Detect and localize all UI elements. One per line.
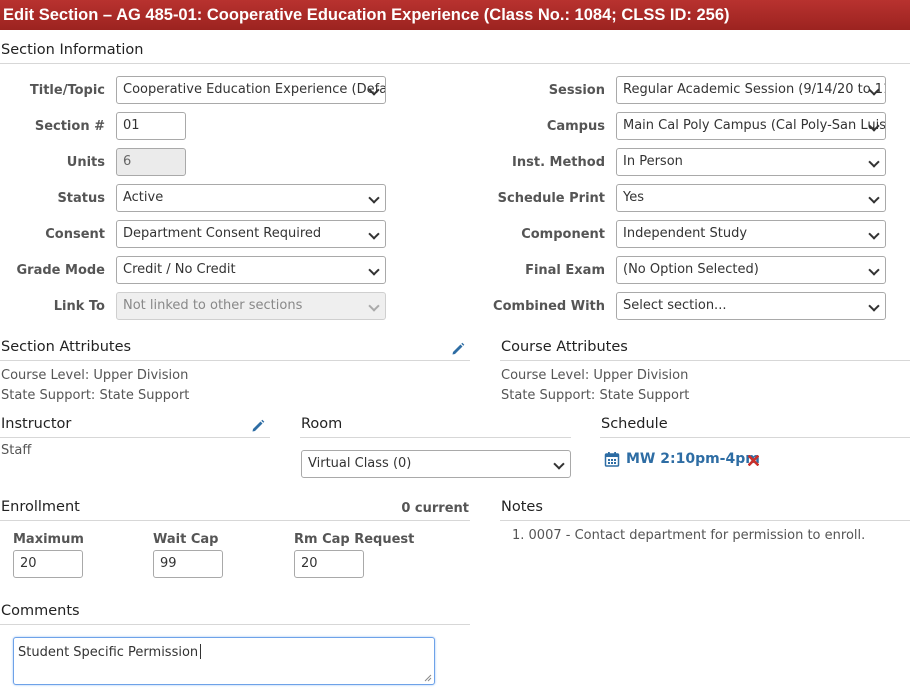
- window-title: Edit Section – AG 485-01: Cooperative Ed…: [0, 0, 910, 30]
- section-number-input[interactable]: 01: [116, 112, 186, 140]
- status-select[interactable]: Active: [116, 184, 386, 212]
- section-number-label: Section #: [34, 119, 105, 134]
- text-caret: [200, 644, 202, 659]
- rm-cap-request-input[interactable]: 20: [294, 550, 364, 578]
- notes-heading: Notes: [501, 499, 543, 515]
- link-to-select: Not linked to other sections: [116, 292, 386, 320]
- combined-with-select[interactable]: Select section...: [616, 292, 886, 320]
- divider: [500, 520, 910, 521]
- session-select[interactable]: Regular Academic Session (9/14/20 to 11/…: [616, 76, 886, 104]
- comments-heading: Comments: [1, 603, 80, 619]
- enrollment-heading: Enrollment: [1, 499, 80, 515]
- maximum-input[interactable]: 20: [13, 550, 83, 578]
- schedule-print-label: Schedule Print: [497, 191, 605, 206]
- calendar-icon: [604, 452, 620, 467]
- status-label: Status: [57, 191, 105, 206]
- component-select[interactable]: Independent Study: [616, 220, 886, 248]
- maximum-label: Maximum: [13, 532, 84, 547]
- instructor-heading: Instructor: [1, 416, 72, 432]
- pencil-icon[interactable]: [251, 419, 265, 433]
- link-to-label: Link To: [53, 299, 105, 314]
- resize-handle-icon[interactable]: [424, 674, 432, 682]
- remove-x-icon[interactable]: [748, 455, 759, 466]
- pencil-icon[interactable]: [451, 342, 465, 356]
- final-exam-label: Final Exam: [525, 263, 605, 278]
- course-attribute-course-level: Course Level: Upper Division: [501, 368, 689, 383]
- campus-label: Campus: [546, 119, 605, 134]
- divider: [0, 360, 470, 361]
- enrollment-current-count: 0 current: [401, 501, 469, 516]
- units-label: Units: [66, 155, 105, 170]
- divider: [0, 624, 470, 625]
- comments-text: Student Specific Permission: [18, 645, 199, 660]
- campus-select[interactable]: Main Cal Poly Campus (Cal Poly-San Luis …: [616, 112, 886, 140]
- title-topic-select[interactable]: Cooperative Education Experience (Defaul…: [116, 76, 386, 104]
- session-label: Session: [548, 83, 605, 98]
- section-information-heading: Section Information: [1, 42, 144, 58]
- inst-method-select[interactable]: In Person: [616, 148, 886, 176]
- combined-with-label: Combined With: [493, 299, 605, 314]
- note-item: 1. 0007 - Contact department for permiss…: [512, 528, 866, 543]
- section-attribute-state-support: State Support: State Support: [1, 388, 190, 403]
- section-attributes-heading: Section Attributes: [1, 339, 132, 355]
- schedule-meeting-link[interactable]: MW 2:10pm-4pm: [626, 451, 760, 467]
- final-exam-select[interactable]: (No Option Selected): [616, 256, 886, 284]
- instructor-name: Staff: [1, 443, 32, 458]
- room-select[interactable]: Virtual Class (0): [301, 450, 571, 478]
- grade-mode-select[interactable]: Credit / No Credit: [116, 256, 386, 284]
- units-input: 6: [116, 148, 186, 176]
- component-label: Component: [521, 227, 605, 242]
- wait-cap-input[interactable]: 99: [153, 550, 223, 578]
- divider: [0, 437, 270, 438]
- divider: [600, 437, 910, 438]
- schedule-heading: Schedule: [601, 416, 668, 432]
- divider: [0, 520, 470, 521]
- consent-select[interactable]: Department Consent Required: [116, 220, 386, 248]
- course-attribute-state-support: State Support: State Support: [501, 388, 690, 403]
- grade-mode-label: Grade Mode: [16, 263, 106, 278]
- wait-cap-label: Wait Cap: [153, 532, 219, 547]
- title-topic-label: Title/Topic: [29, 83, 105, 98]
- schedule-print-select[interactable]: Yes: [616, 184, 886, 212]
- section-attribute-course-level: Course Level: Upper Division: [1, 368, 189, 383]
- divider: [0, 63, 910, 64]
- course-attributes-heading: Course Attributes: [501, 339, 628, 355]
- rm-cap-request-label: Rm Cap Request: [294, 532, 415, 547]
- consent-label: Consent: [45, 227, 105, 242]
- inst-method-label: Inst. Method: [512, 155, 605, 170]
- room-heading: Room: [301, 416, 343, 432]
- divider: [300, 437, 571, 438]
- divider: [500, 360, 910, 361]
- comments-textarea[interactable]: Student Specific Permission: [13, 637, 435, 685]
